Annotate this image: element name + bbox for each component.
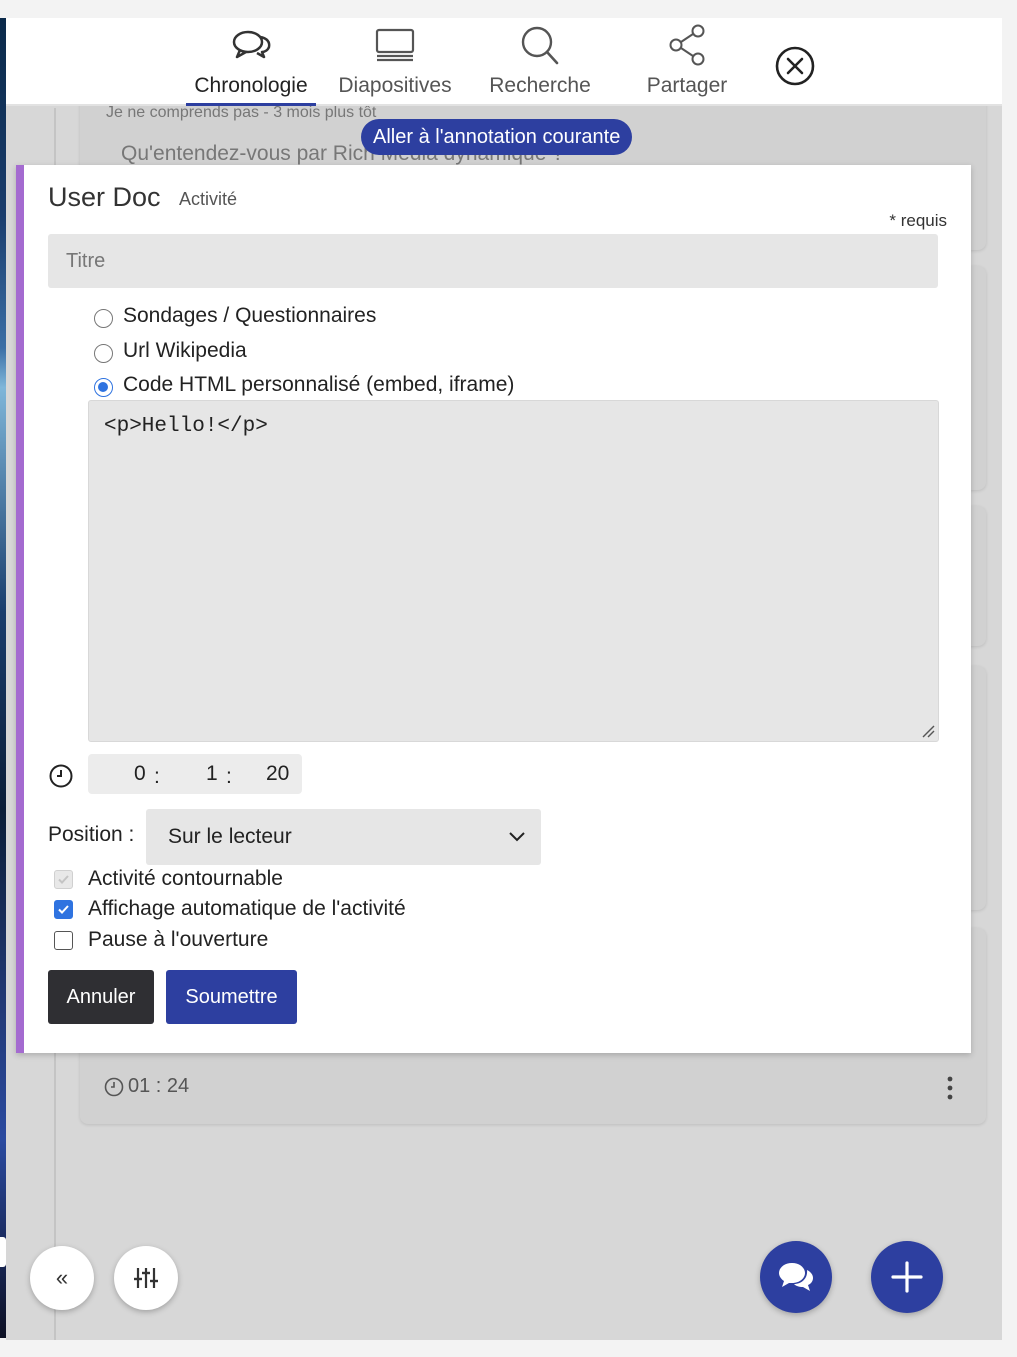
position-select[interactable]: Sur le lecteur	[146, 809, 541, 865]
checkbox-label: Activité contournable	[88, 867, 283, 890]
plus-icon	[891, 1261, 923, 1293]
clock-icon	[104, 1077, 124, 1096]
html-code-textarea[interactable]	[88, 400, 939, 742]
filters-button[interactable]	[114, 1246, 178, 1310]
collapse-panel-button[interactable]: «	[30, 1246, 94, 1310]
activity-form: User Doc Activité * requis Sondages / Qu…	[16, 165, 971, 1053]
radio-label: Code HTML personnalisé (embed, iframe)	[123, 372, 515, 396]
checkbox-activite-contournable[interactable]: Activité contournable	[54, 867, 283, 891]
close-circle-icon[interactable]	[774, 45, 816, 87]
radio-option-sondages[interactable]: Sondages / Questionnaires	[94, 303, 376, 328]
time-separator: :	[154, 765, 160, 788]
jump-to-current-annotation-button[interactable]: Aller à l'annotation courante	[361, 119, 633, 155]
comments-button[interactable]	[760, 1241, 832, 1313]
cancel-button[interactable]: Annuler	[48, 970, 154, 1024]
tab-chronologie[interactable]: Chronologie	[186, 24, 316, 106]
checkbox-affichage-automatique[interactable]: Affichage automatique de l'activité	[54, 897, 406, 921]
title-input[interactable]	[48, 234, 938, 288]
checkbox-pause-ouverture[interactable]: Pause à l'ouverture	[54, 928, 268, 952]
share-icon	[638, 24, 736, 66]
timestamp-text: 01 : 24	[128, 1075, 190, 1097]
annotation-timestamp: 01 : 24	[104, 1075, 189, 1098]
radio-button[interactable]	[94, 344, 113, 363]
time-separator: :	[226, 765, 232, 788]
double-chevron-left-icon: «	[55, 1265, 69, 1290]
radio-button[interactable]	[94, 378, 113, 397]
tab-label: Recherche	[489, 74, 591, 97]
form-title: User Doc	[48, 182, 161, 212]
checkbox[interactable]	[54, 869, 73, 889]
annotation-panel: Je ne comprends pas - 3 mois plus tôt Qu…	[6, 18, 1002, 1340]
chat-bubbles-icon	[779, 1263, 813, 1291]
checkbox-label: Affichage automatique de l'activité	[88, 897, 406, 920]
submit-button[interactable]: Soumettre	[166, 970, 297, 1024]
add-annotation-button[interactable]	[871, 1241, 943, 1313]
tab-partager[interactable]: Partager	[638, 24, 736, 104]
required-note: * requis	[889, 211, 947, 230]
time-hours[interactable]: 0	[134, 762, 146, 786]
radio-button[interactable]	[94, 309, 113, 328]
tab-label: Chronologie	[194, 74, 308, 97]
tab-label: Partager	[646, 74, 728, 97]
chevron-down-icon	[509, 832, 525, 842]
tab-diapositives[interactable]: Diapositives	[331, 24, 459, 104]
tab-recherche[interactable]: Recherche	[484, 24, 596, 104]
clock-icon	[49, 764, 73, 788]
position-selected-value: Sur le lecteur	[168, 825, 292, 848]
checkbox[interactable]	[54, 930, 73, 950]
top-navigation: Chronologie Diapositives Recherche Parta…	[6, 18, 1002, 106]
checkbox-label: Pause à l'ouverture	[88, 928, 269, 951]
resize-grip-icon[interactable]	[921, 724, 935, 738]
radio-label: Url Wikipedia	[123, 338, 247, 362]
comment-meta: Je ne comprends pas - 3 mois plus tôt	[106, 104, 377, 121]
position-label: Position :	[48, 823, 135, 846]
more-options-icon[interactable]	[946, 1075, 954, 1101]
time-input[interactable]: 0 : 1 : 20	[88, 754, 302, 794]
slides-icon	[331, 24, 459, 66]
time-minutes[interactable]: 1	[206, 762, 218, 786]
form-subtitle: Activité	[179, 189, 238, 209]
time-seconds[interactable]: 20	[266, 762, 289, 786]
checkbox[interactable]	[54, 899, 73, 919]
sliders-icon	[134, 1268, 158, 1288]
tab-label: Diapositives	[338, 74, 452, 97]
chat-bubbles-icon	[186, 24, 316, 66]
radio-label: Sondages / Questionnaires	[123, 303, 377, 327]
search-icon	[484, 24, 596, 66]
radio-option-wikipedia[interactable]: Url Wikipedia	[94, 338, 247, 363]
radio-option-html-code[interactable]: Code HTML personnalisé (embed, iframe)	[94, 372, 514, 397]
